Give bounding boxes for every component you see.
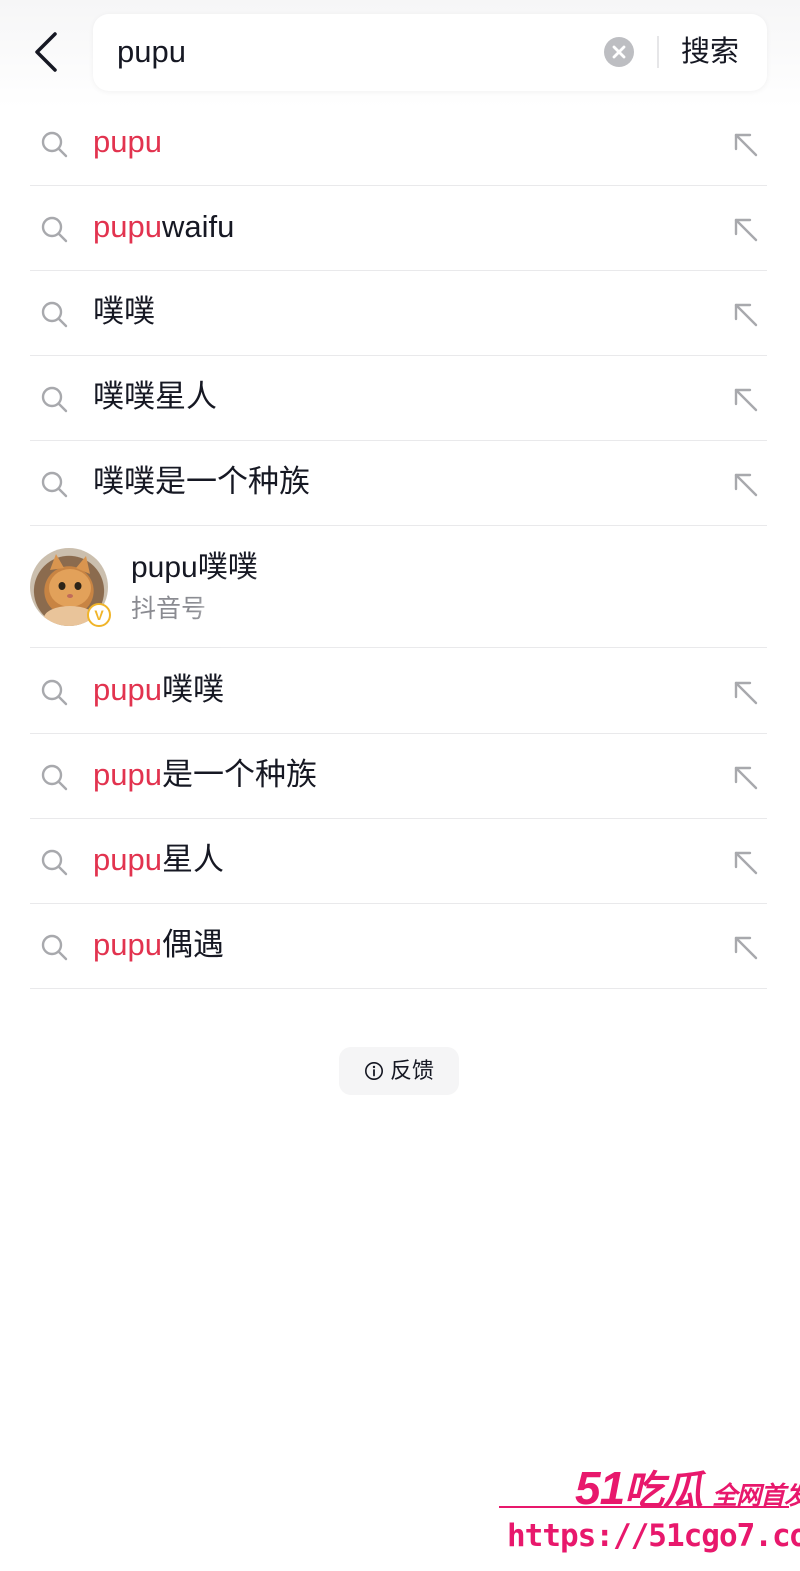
verified-badge: V (87, 603, 111, 627)
suggestion-highlight: pupu (93, 209, 162, 244)
arrow-up-left-icon[interactable] (730, 299, 760, 329)
search-icon (41, 849, 68, 876)
suggestion-text: pupuwaifu (93, 206, 234, 248)
suggestion-row[interactable]: pupu噗噗 (30, 649, 767, 734)
suggestion-rest: 噗噗是一个种族 (93, 464, 310, 499)
suggestion-rest: 噗噗星人 (93, 379, 217, 414)
suggestion-row[interactable]: 噗噗是一个种族 (30, 441, 767, 526)
search-icon (41, 764, 68, 791)
suggestion-rest: waifu (161, 209, 235, 244)
arrow-up-left-icon[interactable] (730, 762, 760, 792)
suggestion-rest: 噗噗 (161, 672, 224, 707)
arrow-up-left-icon[interactable] (730, 214, 760, 244)
search-suggestions-page: 搜索 pupu pupuwaifu 噗噗 噗噗星人 噗噗是一个种族 (0, 0, 800, 1571)
arrow-up-left-icon[interactable] (730, 847, 760, 877)
suggestion-row[interactable]: pupuwaifu (30, 186, 767, 271)
suggestion-text: 噗噗是一个种族 (93, 461, 310, 503)
suggestion-text: pupu星人 (93, 839, 224, 881)
suggestion-rest: 偶遇 (161, 927, 224, 962)
search-icon (41, 471, 68, 498)
suggestion-row[interactable]: pupu是一个种族 (30, 734, 767, 819)
suggestion-text: 噗噗 (93, 291, 155, 333)
user-result-row[interactable]: V pupu噗噗 抖音号 (30, 526, 767, 648)
clear-search-button[interactable] (604, 37, 634, 67)
suggestion-rest: 星人 (161, 842, 224, 877)
clear-circle-icon (612, 45, 626, 59)
arrow-up-left-icon[interactable] (730, 932, 760, 962)
search-icon (41, 301, 68, 328)
arrow-up-left-icon[interactable] (730, 677, 760, 707)
search-box: 搜索 (93, 14, 767, 91)
chevron-left-icon (35, 32, 57, 72)
feedback-label: 反馈 (389, 1058, 434, 1083)
suggestion-highlight: pupu (93, 842, 162, 877)
feedback-button[interactable]: 反馈 (339, 1047, 459, 1095)
user-name: pupu噗噗 (131, 551, 258, 584)
suggestion-rest: 噗噗 (93, 294, 155, 329)
search-icon (41, 216, 68, 243)
suggestion-rest: 是一个种族 (161, 757, 317, 792)
suggestion-text: pupu噗噗 (93, 669, 224, 711)
search-icon (41, 934, 68, 961)
suggestion-highlight: pupu (93, 927, 162, 962)
search-divider (657, 36, 659, 68)
search-icon (41, 386, 68, 413)
verified-mark: V (94, 607, 104, 623)
search-input[interactable] (117, 30, 587, 74)
suggestion-highlight: pupu (93, 757, 162, 792)
suggestion-highlight: pupu (93, 672, 162, 707)
suggestion-text: 噗噗星人 (93, 376, 217, 418)
suggestion-text: pupu偶遇 (93, 924, 224, 966)
search-icon (41, 679, 68, 706)
search-header: 搜索 (0, 0, 800, 108)
arrow-up-left-icon[interactable] (730, 129, 760, 159)
suggestion-text: pupu (93, 121, 162, 163)
info-icon (364, 1062, 383, 1080)
arrow-up-left-icon[interactable] (730, 384, 760, 414)
user-id-label: 抖音号 (131, 595, 207, 623)
suggestion-row[interactable]: pupu星人 (30, 819, 767, 904)
search-submit-button[interactable]: 搜索 (681, 32, 739, 72)
suggestion-row[interactable]: 噗噗星人 (30, 356, 767, 441)
redacted-blur (205, 586, 435, 636)
suggestion-row[interactable]: 噗噗 (30, 271, 767, 356)
watermark-url: https://51cgo7.com (507, 1518, 800, 1554)
search-icon (41, 131, 68, 158)
watermark-underline (499, 1506, 789, 1508)
suggestion-text: pupu是一个种族 (93, 754, 317, 796)
suggestion-highlight: pupu (93, 124, 162, 159)
arrow-up-left-icon[interactable] (730, 469, 760, 499)
watermark: 51吃瓜 全网首发 https://51cgo7.com (495, 1456, 800, 1571)
suggestion-row[interactable]: pupu (30, 101, 767, 186)
suggestion-row[interactable]: pupu偶遇 (30, 904, 767, 989)
back-button[interactable] (28, 30, 64, 74)
